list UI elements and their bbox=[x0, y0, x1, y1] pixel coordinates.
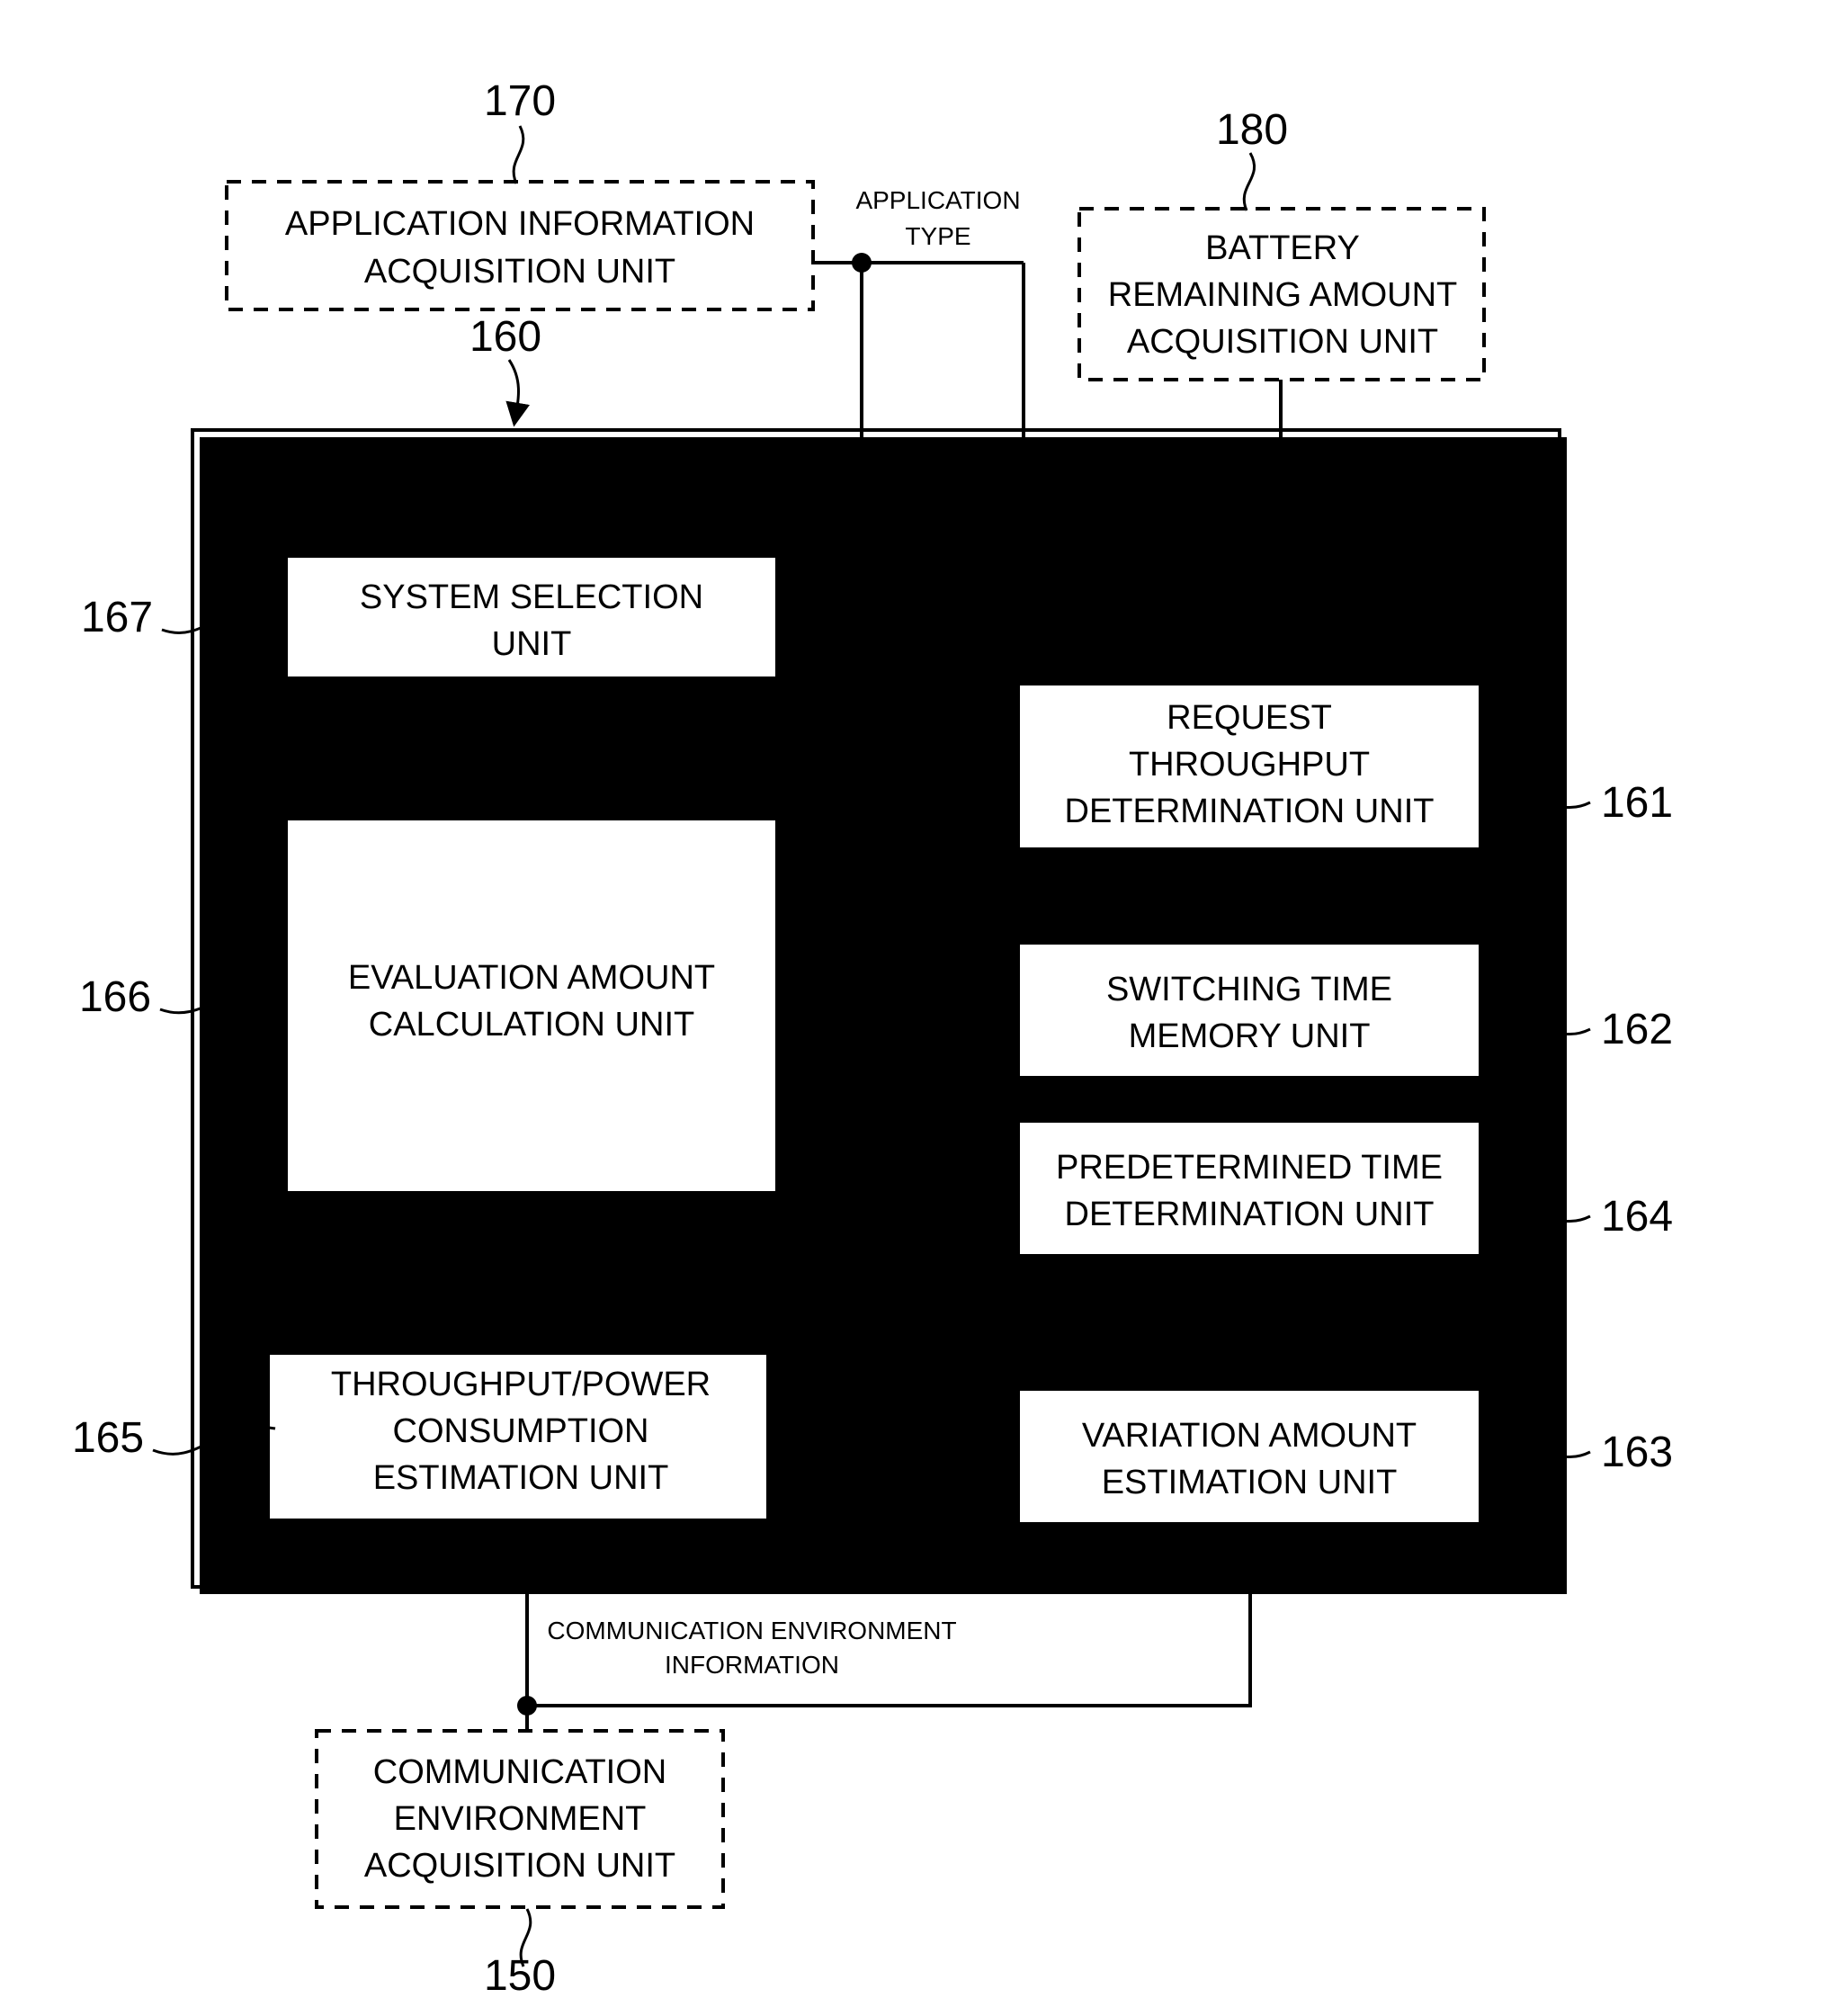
signal-variation-amount-line2: OF TRANSMISSION bbox=[1273, 1318, 1506, 1346]
signal-switching-time-line2: TIME bbox=[865, 1057, 925, 1085]
application-information-acquisition-unit-line2: ACQUISITION UNIT bbox=[364, 253, 675, 291]
signal-predetermined-time-line1: PREDETERMINED bbox=[791, 1199, 1009, 1227]
system-selection-unit-line2: UNIT bbox=[492, 625, 572, 663]
leader-160 bbox=[505, 359, 531, 427]
system-selection-unit-line1: SYSTEM SELECTION bbox=[360, 578, 703, 616]
control-unit-title-line1: WIRELESS SYSTEM bbox=[306, 452, 632, 490]
ref-161: 161 bbox=[1601, 779, 1673, 827]
signal-throughput-power-est-line1: THROUGHPUT/POWER bbox=[214, 1237, 494, 1265]
ref-167: 167 bbox=[81, 594, 153, 641]
signal-comm-env-info-line1: COMMUNICATION ENVIRONMENT bbox=[547, 1617, 956, 1644]
variation-amount-estimation-unit-box bbox=[1016, 1387, 1482, 1526]
application-information-acquisition-unit-line1: APPLICATION INFORMATION bbox=[285, 205, 755, 243]
ref-163: 163 bbox=[1601, 1429, 1673, 1476]
ref-160: 160 bbox=[469, 313, 541, 361]
ref-150: 150 bbox=[484, 1952, 556, 2000]
battery-remaining-amount-acquisition-unit-line1: BATTERY bbox=[1205, 229, 1360, 267]
communication-environment-acquisition-unit-line3: ACQUISITION UNIT bbox=[364, 1847, 675, 1885]
predetermined-time-determination-unit-box bbox=[1016, 1119, 1482, 1258]
signal-battery-remaining-line1: BATTERY bbox=[1305, 566, 1444, 594]
ref-170: 170 bbox=[484, 77, 556, 125]
request-throughput-determination-unit-line3: DETERMINATION UNIT bbox=[1065, 793, 1435, 830]
patent-figure-page: APPLICATION INFORMATION ACQUISITION UNIT… bbox=[0, 0, 1842, 2016]
evaluation-amount-calculation-unit-line1: EVALUATION AMOUNT bbox=[348, 959, 715, 997]
control-unit-title-line2: CONTROL UNIT bbox=[342, 499, 597, 537]
communication-environment-acquisition-unit-line2: ENVIRONMENT bbox=[394, 1800, 647, 1838]
communication-environment-acquisition-unit-line1: COMMUNICATION bbox=[373, 1753, 667, 1791]
signal-application-type-line2: TYPE bbox=[905, 222, 970, 250]
signal-switching-time-line1: SWITCHING bbox=[823, 1023, 967, 1051]
ref-180: 180 bbox=[1216, 106, 1288, 154]
variation-amount-estimation-unit-line2: ESTIMATION UNIT bbox=[1102, 1464, 1398, 1501]
request-throughput-determination-unit-line1: REQUEST bbox=[1167, 699, 1332, 737]
signal-throughput-power-est-line3: ESTIMATION VALUE bbox=[235, 1305, 475, 1333]
ref-165: 165 bbox=[72, 1414, 144, 1462]
request-throughput-determination-unit-line2: THROUGHPUT bbox=[1129, 746, 1370, 784]
signal-penalty-value-line1: PENALTY VALUE bbox=[216, 708, 416, 736]
signal-penalty-value-line2: (ESTIMATION bbox=[216, 744, 406, 772]
block-diagram-svg: APPLICATION INFORMATION ACQUISITION UNIT… bbox=[72, 77, 1673, 2000]
throughput-power-consumption-estimation-unit-line2: CONSUMPTION bbox=[393, 1412, 649, 1450]
signal-penalty-value-line3: AMOUNT) bbox=[216, 780, 334, 808]
signal-battery-remaining-line3: AMOUNT bbox=[1314, 634, 1423, 662]
throughput-power-consumption-estimation-unit-line1: THROUGHPUT/POWER bbox=[331, 1366, 711, 1403]
ref-166: 166 bbox=[79, 973, 151, 1021]
signal-predetermined-time-line2: TIME Δt bbox=[854, 1233, 944, 1261]
throughput-power-consumption-estimation-unit-line3: ESTIMATION UNIT bbox=[373, 1459, 669, 1497]
signal-throughput-power-est-line2: CONSUMPTION bbox=[260, 1271, 449, 1299]
predetermined-time-determination-unit-line1: PREDETERMINED TIME bbox=[1056, 1149, 1443, 1187]
signal-variation-amount-line3: LINE bbox=[1362, 1352, 1417, 1380]
battery-remaining-amount-acquisition-unit-line2: REMAINING AMOUNT bbox=[1108, 276, 1457, 314]
signal-comm-env-info-line2: INFORMATION bbox=[665, 1651, 839, 1679]
switching-time-memory-unit-line2: MEMORY UNIT bbox=[1129, 1017, 1371, 1055]
signal-application-type-line1: APPLICATION bbox=[855, 186, 1020, 214]
leader-170 bbox=[512, 125, 525, 184]
signal-battery-remaining-line2: REMAINING bbox=[1298, 600, 1441, 628]
switching-time-memory-unit-line1: SWITCHING TIME bbox=[1106, 971, 1392, 1008]
variation-amount-estimation-unit-line1: VARIATION AMOUNT bbox=[1082, 1417, 1417, 1455]
switching-time-memory-unit-box bbox=[1016, 941, 1482, 1080]
signal-variation-amount-line1: VARIATION AMOUNT bbox=[1266, 1284, 1513, 1312]
signal-request-throughput: REQUEST THROUGHPUT bbox=[862, 877, 1167, 905]
leader-180 bbox=[1242, 152, 1256, 211]
battery-remaining-amount-acquisition-unit-line3: ACQUISITION UNIT bbox=[1127, 323, 1438, 361]
predetermined-time-determination-unit-line2: DETERMINATION UNIT bbox=[1065, 1196, 1435, 1233]
ref-162: 162 bbox=[1601, 1006, 1673, 1053]
ref-164: 164 bbox=[1601, 1193, 1673, 1241]
evaluation-amount-calculation-unit-line2: CALCULATION UNIT bbox=[369, 1006, 694, 1044]
